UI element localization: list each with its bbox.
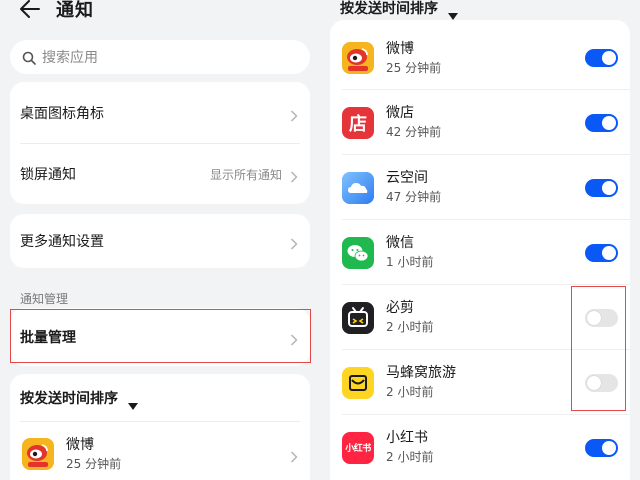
- app-text: 小红书 2 小时前: [386, 429, 585, 466]
- toggle-knob: [602, 440, 616, 455]
- weidian-glyph: 店: [349, 113, 367, 135]
- setting-label: 桌面图标角标: [20, 106, 104, 122]
- app-time: 2 小时前: [386, 320, 434, 334]
- app-name: 云空间: [386, 170, 428, 186]
- chevron-right-icon: [290, 168, 298, 183]
- list-item[interactable]: 微博 25 分钟前: [330, 26, 630, 90]
- caret-down-icon: [448, 5, 458, 20]
- weibo-icon: [342, 42, 374, 74]
- app-time: 25 分钟前: [386, 60, 442, 75]
- app-time: 25 分钟前: [66, 456, 122, 471]
- settings-card-display: 桌面图标角标 锁屏通知 显示所有通知: [10, 82, 310, 204]
- list-item[interactable]: 小红书 小红书 2 小时前: [330, 415, 630, 480]
- app-time: 2 小时前: [386, 450, 434, 464]
- app-text: 微店 42 分钟前: [386, 104, 585, 141]
- list-item[interactable]: 微信 1 小时前: [330, 220, 630, 285]
- wechat-icon: [342, 236, 374, 269]
- right-panel: 按发送时间排序 微博 25 分钟前店 微店 42 分钟前 云空间 47 分钟前 微信 1 小时…: [330, 0, 640, 480]
- sort-dropdown[interactable]: 按发送时间排序: [20, 388, 138, 410]
- settings-card-more: 更多通知设置: [10, 214, 310, 268]
- setting-row-lockscreen[interactable]: 锁屏通知 显示所有通知: [10, 144, 310, 204]
- app-name: 必剪: [386, 300, 414, 316]
- app-name: 微信: [386, 235, 414, 251]
- search-icon: [22, 50, 36, 65]
- xiaohongshu-icon: 小红书: [342, 431, 374, 464]
- app-text: 微信 1 小时前: [386, 234, 585, 271]
- search-input[interactable]: 搜索应用: [10, 40, 310, 74]
- app-name: 微店: [386, 105, 414, 121]
- app-name: 马蜂窝旅游: [386, 365, 456, 381]
- highlight-box-toggles: [571, 286, 626, 411]
- app-time: 1 小时前: [386, 255, 434, 269]
- toggle-knob: [602, 51, 616, 65]
- page-title: 通知: [56, 0, 94, 21]
- chevron-right-icon: [290, 107, 298, 122]
- weibo-icon: [22, 438, 54, 470]
- notification-toggle[interactable]: [585, 178, 618, 197]
- setting-value: 显示所有通知: [209, 167, 282, 182]
- sort-label: 按发送时间排序: [340, 1, 438, 17]
- app-row-weibo[interactable]: 微博 25 分钟前: [10, 422, 310, 480]
- app-text: 必剪 2 小时前: [386, 299, 585, 336]
- mafengwo-icon: [342, 366, 374, 399]
- bijian-icon: [342, 301, 374, 334]
- app-text: 云空间 47 分钟前: [386, 169, 585, 206]
- setting-row-more[interactable]: 更多通知设置: [10, 214, 310, 268]
- setting-label: 更多通知设置: [20, 234, 104, 250]
- xiaohongshu-glyph: 小红书: [345, 444, 371, 454]
- weidian-icon: 店: [342, 106, 374, 139]
- list-item[interactable]: 店 微店 42 分钟前: [330, 90, 630, 155]
- setting-row-badge[interactable]: 桌面图标角标: [10, 82, 310, 144]
- toggle-knob: [602, 115, 616, 130]
- toggle-knob: [602, 245, 616, 260]
- header: 通知: [20, 0, 94, 24]
- setting-label: 锁屏通知: [20, 167, 76, 183]
- left-panel: 通知 搜索应用 桌面图标角标 锁屏通知 显示所有通知 更多通知设置 通知管理 批…: [0, 0, 320, 480]
- app-name: 微博: [66, 436, 94, 453]
- highlight-box-batch: [10, 309, 311, 363]
- app-text: 微博 25 分钟前: [66, 436, 290, 473]
- app-time: 42 分钟前: [386, 125, 442, 139]
- sort-label: 按发送时间排序: [20, 391, 118, 407]
- notification-toggle[interactable]: [585, 113, 618, 132]
- sort-dropdown[interactable]: 按发送时间排序: [340, 0, 458, 20]
- notification-toggle[interactable]: [585, 243, 618, 262]
- app-time: 47 分钟前: [386, 190, 442, 204]
- notification-toggle[interactable]: [585, 438, 618, 457]
- chevron-right-icon: [290, 235, 298, 250]
- arrow-left-icon[interactable]: [20, 0, 42, 20]
- app-text: 马蜂窝旅游 2 小时前: [386, 364, 585, 401]
- caret-down-icon: [128, 395, 138, 410]
- app-name: 微博: [386, 40, 414, 57]
- app-name: 小红书: [386, 430, 428, 446]
- app-time: 2 小时前: [386, 385, 434, 399]
- app-list: 微博 25 分钟前店 微店 42 分钟前 云空间 47 分钟前 微信 1 小时前必剪 2 小时前…: [330, 20, 630, 480]
- sort-card: 按发送时间排序 微博 25 分钟前: [10, 374, 310, 480]
- app-text: 微博 25 分钟前: [386, 40, 585, 77]
- cloud-icon: [342, 171, 374, 204]
- section-label: 通知管理: [20, 292, 69, 306]
- notification-toggle[interactable]: [585, 49, 618, 67]
- search-placeholder: 搜索应用: [42, 50, 98, 66]
- chevron-right-icon: [290, 448, 298, 463]
- list-item[interactable]: 云空间 47 分钟前: [330, 155, 630, 220]
- toggle-knob: [602, 180, 616, 195]
- sort-row[interactable]: 按发送时间排序: [10, 374, 310, 422]
